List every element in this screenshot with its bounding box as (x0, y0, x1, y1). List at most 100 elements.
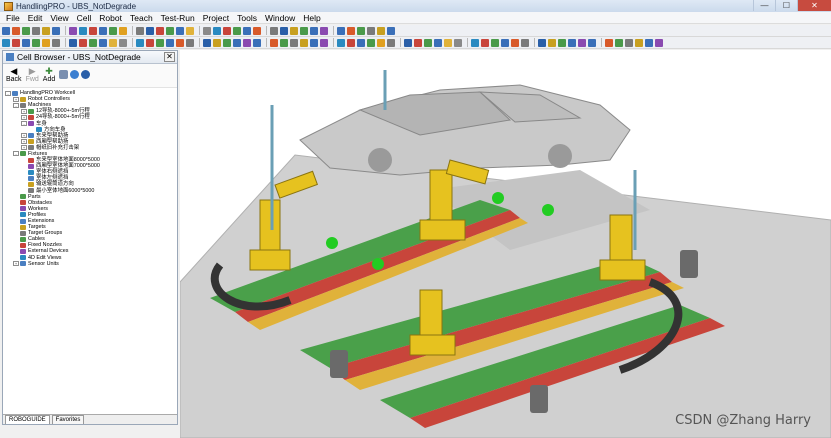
expand-toggle-icon[interactable]: + (21, 145, 27, 151)
toolbar-button-icon[interactable] (79, 38, 87, 47)
toolbar-button-icon[interactable] (2, 26, 10, 35)
3d-viewport[interactable]: CSDN @Zhang Harry (180, 50, 831, 438)
collapse-toggle-icon[interactable]: - (13, 102, 19, 108)
expand-toggle-icon[interactable]: + (21, 133, 27, 139)
toolbar-button-icon[interactable] (270, 38, 278, 47)
toolbar-button-icon[interactable] (69, 38, 77, 47)
toolbar-button-icon[interactable] (501, 38, 509, 47)
toolbar-button-icon[interactable] (253, 38, 261, 47)
toolbar-button-icon[interactable] (337, 26, 345, 35)
toolbar-button-icon[interactable] (233, 26, 241, 35)
toolbar-button-icon[interactable] (270, 26, 278, 35)
toolbar-button-icon[interactable] (320, 26, 328, 35)
toolbar-button-icon[interactable] (310, 38, 318, 47)
toolbar-button-icon[interactable] (280, 26, 288, 35)
toolbar-button-icon[interactable] (635, 38, 643, 47)
collapse-toggle-icon[interactable]: - (21, 121, 27, 127)
toolbar-button-icon[interactable] (22, 38, 30, 47)
toolbar-button-icon[interactable] (387, 26, 395, 35)
target-sphere[interactable] (492, 192, 504, 204)
menu-tools[interactable]: Tools (233, 13, 261, 23)
toolbar-button-icon[interactable] (414, 38, 422, 47)
toolbar-button-icon[interactable] (615, 38, 623, 47)
menu-window[interactable]: Window (261, 13, 299, 23)
toolbar-button-icon[interactable] (320, 38, 328, 47)
toolbar-button-icon[interactable] (233, 38, 241, 47)
target-sphere[interactable] (372, 258, 384, 270)
menu-cell[interactable]: Cell (73, 13, 96, 23)
menu-robot[interactable]: Robot (95, 13, 126, 23)
expand-toggle-icon[interactable]: + (13, 96, 19, 102)
toolbar-button-icon[interactable] (290, 38, 298, 47)
toolbar-button-icon[interactable] (213, 26, 221, 35)
forward-button[interactable]: ▶ Fwd (26, 66, 39, 83)
toolbar-button-icon[interactable] (99, 38, 107, 47)
menu-teach[interactable]: Teach (126, 13, 157, 23)
expand-toggle-icon[interactable]: + (21, 114, 27, 120)
toolbar-button-icon[interactable] (156, 38, 164, 47)
tree-item[interactable]: + Sensor Units (5, 261, 177, 267)
toolbar-button-icon[interactable] (203, 26, 211, 35)
help-icon[interactable] (81, 70, 91, 79)
toolbar-button-icon[interactable] (521, 38, 529, 47)
tab-favorites[interactable]: Favorites (51, 415, 85, 424)
toolbar-button-icon[interactable] (176, 26, 184, 35)
tab-roboguide[interactable]: ROBOGUIDE (5, 415, 50, 424)
toolbar-button-icon[interactable] (146, 26, 154, 35)
toolbar-button-icon[interactable] (367, 26, 375, 35)
refresh-icon[interactable] (70, 70, 80, 79)
toolbar-button-icon[interactable] (290, 26, 298, 35)
toolbar-button-icon[interactable] (79, 26, 87, 35)
menu-project[interactable]: Project (199, 13, 233, 23)
toolbar-button-icon[interactable] (645, 38, 653, 47)
toolbar-button-icon[interactable] (22, 26, 30, 35)
toolbar-button-icon[interactable] (166, 26, 174, 35)
toolbar-button-icon[interactable] (357, 38, 365, 47)
toolbar-button-icon[interactable] (588, 38, 596, 47)
back-button[interactable]: ◀ Back (6, 66, 22, 83)
menu-edit[interactable]: Edit (24, 13, 47, 23)
toolbar-button-icon[interactable] (52, 38, 60, 47)
menu-test-run[interactable]: Test-Run (157, 13, 199, 23)
toolbar-button-icon[interactable] (89, 38, 97, 47)
menu-help[interactable]: Help (299, 13, 324, 23)
toolbar-button-icon[interactable] (176, 38, 184, 47)
expand-toggle-icon[interactable]: + (21, 139, 27, 145)
toolbar-button-icon[interactable] (243, 26, 251, 35)
toolbar-button-icon[interactable] (213, 38, 221, 47)
expand-toggle-icon[interactable]: + (21, 108, 27, 114)
toolbar-button-icon[interactable] (223, 38, 231, 47)
toolbar-button-icon[interactable] (109, 26, 117, 35)
target-sphere[interactable] (542, 204, 554, 216)
toolbar-button-icon[interactable] (136, 38, 144, 47)
toolbar-button-icon[interactable] (300, 26, 308, 35)
menu-view[interactable]: View (46, 13, 72, 23)
toolbar-button-icon[interactable] (253, 26, 261, 35)
target-sphere[interactable] (326, 237, 338, 249)
collapse-toggle-icon[interactable]: - (5, 90, 11, 96)
toolbar-button-icon[interactable] (357, 26, 365, 35)
close-button[interactable]: ✕ (797, 0, 831, 11)
toolbar-button-icon[interactable] (347, 26, 355, 35)
toolbar-button-icon[interactable] (367, 38, 375, 47)
toolbar-button-icon[interactable] (12, 38, 20, 47)
toolbar-button-icon[interactable] (605, 38, 613, 47)
minimize-button[interactable]: — (753, 0, 775, 11)
toolbar-button-icon[interactable] (387, 38, 395, 47)
toolbar-button-icon[interactable] (300, 38, 308, 47)
toolbar-button-icon[interactable] (454, 38, 462, 47)
maximize-button[interactable]: ☐ (775, 0, 797, 11)
toolbar-button-icon[interactable] (280, 38, 288, 47)
toolbar-button-icon[interactable] (481, 38, 489, 47)
toolbar-button-icon[interactable] (404, 38, 412, 47)
toolbar-button-icon[interactable] (166, 38, 174, 47)
toolbar-button-icon[interactable] (89, 26, 97, 35)
toolbar-button-icon[interactable] (558, 38, 566, 47)
toolbar-button-icon[interactable] (186, 38, 194, 47)
toolbar-button-icon[interactable] (42, 26, 50, 35)
toolbar-button-icon[interactable] (42, 38, 50, 47)
toolbar-button-icon[interactable] (2, 38, 10, 47)
toolbar-button-icon[interactable] (32, 26, 40, 35)
toolbar-button-icon[interactable] (424, 38, 432, 47)
toolbar-button-icon[interactable] (223, 26, 231, 35)
